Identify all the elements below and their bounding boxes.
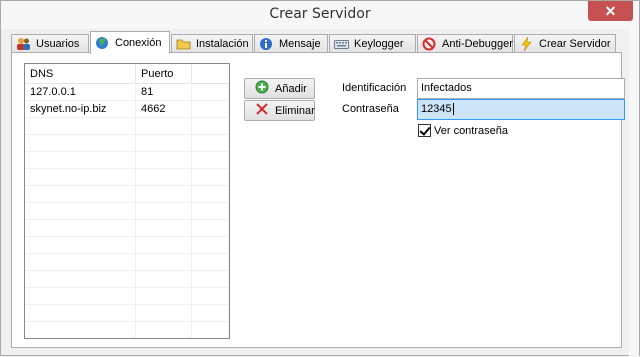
column-header-puerto[interactable]: Puerto <box>136 64 192 84</box>
empty-row <box>25 203 229 220</box>
x-icon <box>255 102 269 119</box>
tab-anti-debugger[interactable]: Anti-Debugger <box>417 34 513 53</box>
crear-servidor-window: Crear Servidor ✕ Usuarios Conexión Insta… <box>0 0 640 357</box>
empty-row <box>25 237 229 254</box>
empty-row <box>25 169 229 186</box>
conexion-panel: DNS Puerto 127.0.0.1 81 skynet.no-ip.biz… <box>11 52 625 348</box>
show-password-label: Ver contraseña <box>434 124 508 137</box>
close-button[interactable]: ✕ <box>588 1 633 21</box>
lightning-icon <box>519 36 534 52</box>
empty-row <box>25 135 229 152</box>
identification-field[interactable]: Infectados <box>417 78 625 99</box>
port-cell: 4662 <box>136 101 192 118</box>
tab-label: Keylogger <box>354 38 404 50</box>
empty-row <box>25 220 229 237</box>
dns-cell: 127.0.0.1 <box>25 84 136 101</box>
add-button[interactable]: Añadir <box>244 78 315 99</box>
tab-crear-servidor[interactable]: Crear Servidor <box>514 34 616 53</box>
empty-row <box>25 152 229 169</box>
tab-label: Anti-Debugger <box>442 38 513 50</box>
password-label: Contraseña <box>342 103 399 115</box>
empty-cell <box>192 101 229 118</box>
tab-strip: Usuarios Conexión Instalación Mensaje Ke… <box>11 31 621 54</box>
remove-button[interactable]: Eliminar <box>244 100 315 121</box>
remove-button-label: Eliminar <box>275 104 315 117</box>
keyboard-icon <box>334 37 349 51</box>
empty-row <box>25 288 229 305</box>
plus-icon <box>255 80 269 97</box>
empty-row <box>25 186 229 203</box>
column-header-empty <box>192 64 229 84</box>
folder-icon <box>176 37 191 51</box>
window-title: Crear Servidor <box>269 6 371 22</box>
identification-label: Identificación <box>342 82 407 94</box>
password-field[interactable]: 12345 <box>417 99 625 120</box>
empty-row <box>25 118 229 135</box>
window-edge <box>629 29 639 357</box>
tab-label: Conexión <box>115 37 162 49</box>
show-password-checkbox[interactable]: Ver contraseña <box>418 124 508 137</box>
empty-row <box>25 271 229 288</box>
tab-usuarios[interactable]: Usuarios <box>11 34 89 53</box>
tab-mensaje[interactable]: Mensaje <box>254 34 328 53</box>
identification-value: Infectados <box>421 82 472 94</box>
tab-instalacion[interactable]: Instalación <box>171 34 253 53</box>
add-button-label: Añadir <box>275 82 307 95</box>
empty-cell <box>192 84 229 101</box>
tab-conexion[interactable]: Conexión <box>90 31 170 54</box>
checkmark-icon[interactable] <box>418 124 431 137</box>
tab-label: Usuarios <box>36 38 80 50</box>
port-cell: 81 <box>136 84 192 101</box>
tab-keylogger[interactable]: Keylogger <box>329 34 416 53</box>
empty-row <box>25 305 229 322</box>
tab-label: Crear Servidor <box>539 38 611 50</box>
connection-list[interactable]: DNS Puerto 127.0.0.1 81 skynet.no-ip.biz… <box>24 63 230 339</box>
tab-label: Instalación <box>196 38 249 50</box>
globe-icon <box>95 36 110 50</box>
column-header-dns[interactable]: DNS <box>25 64 136 84</box>
list-row[interactable]: skynet.no-ip.biz 4662 <box>25 101 229 118</box>
title-bar[interactable]: Crear Servidor ✕ <box>1 1 639 29</box>
tab-label: Mensaje <box>279 38 321 50</box>
password-value: 12345 <box>421 103 452 115</box>
dns-cell: skynet.no-ip.biz <box>25 101 136 118</box>
list-header: DNS Puerto <box>25 64 229 84</box>
empty-row <box>25 254 229 271</box>
info-icon <box>259 37 274 51</box>
list-row[interactable]: 127.0.0.1 81 <box>25 84 229 101</box>
text-caret <box>452 103 454 116</box>
empty-row <box>25 322 229 338</box>
users-icon <box>16 37 31 51</box>
forbidden-icon <box>422 37 437 51</box>
